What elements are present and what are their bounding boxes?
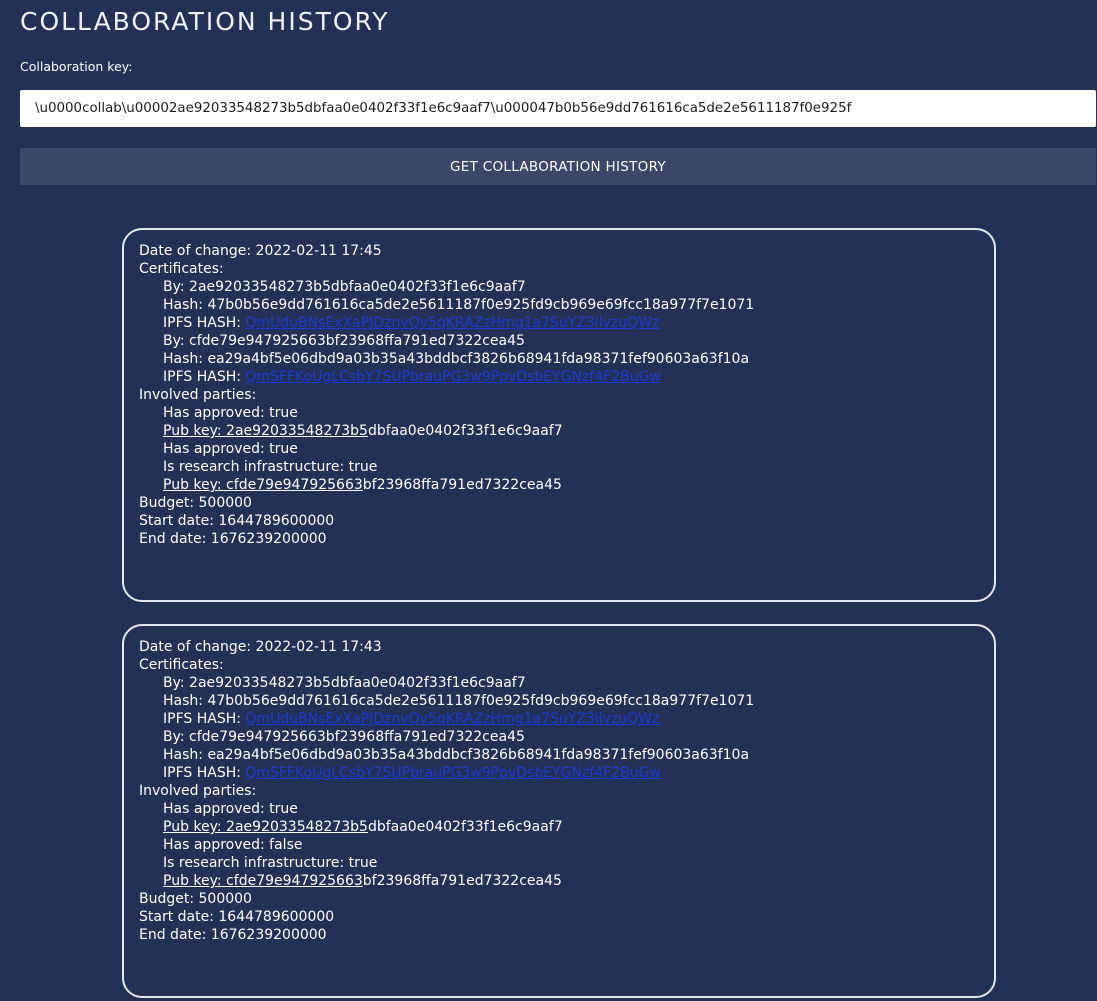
certificate-hash: Hash: 47b0b56e9dd761616ca5de2e5611187f0e… bbox=[163, 297, 755, 313]
date-of-change: Date of change: 2022-02-11 17:45 bbox=[139, 243, 382, 259]
pub-key-row: Pub key: 2ae92033548273b5dbfaa0e0402f33f… bbox=[139, 818, 994, 836]
pub-key-rest: bf23968ffa791ed7322cea45 bbox=[362, 477, 562, 493]
pub-key-label: Pub key: cfde79e947925663 bbox=[163, 477, 363, 493]
history-card: Date of change: 2022-02-11 17:43 Certific… bbox=[122, 624, 996, 998]
certificate-by: By: cfde79e947925663bf23968ffa791ed7322c… bbox=[163, 333, 525, 349]
ipfs-hash-row: IPFS HASH: QmUduBNsExXaPJDznvQv5qKRAZzHm… bbox=[139, 314, 994, 332]
get-collaboration-history-button[interactable]: GET COLLABORATION HISTORY bbox=[20, 148, 1096, 185]
ipfs-hash-label: IPFS HASH: bbox=[163, 765, 241, 781]
budget: Budget: 500000 bbox=[139, 891, 252, 907]
pub-key-rest: dbfaa0e0402f33f1e6c9aaf7 bbox=[367, 819, 563, 835]
collaboration-key-label: Collaboration key: bbox=[20, 59, 133, 74]
party-detail: Has approved: true bbox=[163, 801, 298, 817]
party-detail: Has approved: false bbox=[163, 837, 303, 853]
certificate-by: By: 2ae92033548273b5dbfaa0e0402f33f1e6c9… bbox=[163, 675, 526, 691]
history-card: Date of change: 2022-02-11 17:45 Certific… bbox=[122, 228, 996, 602]
ipfs-hash-label: IPFS HASH: bbox=[163, 315, 241, 331]
start-date: Start date: 1644789600000 bbox=[139, 513, 335, 529]
pub-key-row: Pub key: 2ae92033548273b5dbfaa0e0402f33f… bbox=[139, 422, 994, 440]
certificate-by: By: cfde79e947925663bf23968ffa791ed7322c… bbox=[163, 729, 525, 745]
certificates-label: Certificates: bbox=[139, 657, 224, 673]
pub-key-row: Pub key: cfde79e947925663bf23968ffa791ed… bbox=[139, 476, 994, 494]
budget: Budget: 500000 bbox=[139, 495, 252, 511]
involved-parties-label: Involved parties: bbox=[139, 783, 257, 799]
ipfs-hash-link[interactable]: QmUduBNsExXaPJDznvQv5qKRAZzHmg1a7SuYZ3il… bbox=[245, 711, 659, 727]
party-detail: Is research infrastructure: true bbox=[163, 459, 378, 475]
certificate-hash: Hash: 47b0b56e9dd761616ca5de2e5611187f0e… bbox=[163, 693, 755, 709]
pub-key-link[interactable]: Pub key: 2ae92033548273b5dbfaa0e0402f33f… bbox=[163, 818, 563, 836]
collaboration-history-page: COLLABORATION HISTORY Collaboration key:… bbox=[0, 0, 1097, 1001]
pub-key-label: Pub key: 2ae92033548273b5 bbox=[163, 423, 368, 439]
page-title: COLLABORATION HISTORY bbox=[20, 7, 390, 36]
pub-key-label: Pub key: 2ae92033548273b5 bbox=[163, 819, 368, 835]
ipfs-hash-row: IPFS HASH: QmSFFKoUgLCsbY7SUPbrauPG3w9Pp… bbox=[139, 764, 994, 782]
ipfs-hash-label: IPFS HASH: bbox=[163, 369, 241, 385]
pub-key-row: Pub key: cfde79e947925663bf23968ffa791ed… bbox=[139, 872, 994, 890]
certificates-label: Certificates: bbox=[139, 261, 224, 277]
ipfs-hash-label: IPFS HASH: bbox=[163, 711, 241, 727]
involved-parties-label: Involved parties: bbox=[139, 387, 257, 403]
start-date: Start date: 1644789600000 bbox=[139, 909, 335, 925]
pub-key-link[interactable]: Pub key: cfde79e947925663bf23968ffa791ed… bbox=[163, 872, 562, 890]
certificate-hash: Hash: ea29a4bf5e06dbd9a03b35a43bddbcf382… bbox=[163, 351, 750, 367]
ipfs-hash-row: IPFS HASH: QmSFFKoUgLCsbY7SUPbrauPG3w9Pp… bbox=[139, 368, 994, 386]
end-date: End date: 1676239200000 bbox=[139, 927, 327, 943]
party-detail: Has approved: true bbox=[163, 405, 298, 421]
pub-key-link[interactable]: Pub key: cfde79e947925663bf23968ffa791ed… bbox=[163, 476, 562, 494]
certificate-by: By: 2ae92033548273b5dbfaa0e0402f33f1e6c9… bbox=[163, 279, 526, 295]
pub-key-rest: bf23968ffa791ed7322cea45 bbox=[362, 873, 562, 889]
date-of-change: Date of change: 2022-02-11 17:43 bbox=[139, 639, 382, 655]
pub-key-label: Pub key: cfde79e947925663 bbox=[163, 873, 363, 889]
party-detail: Is research infrastructure: true bbox=[163, 855, 378, 871]
ipfs-hash-row: IPFS HASH: QmUduBNsExXaPJDznvQv5qKRAZzHm… bbox=[139, 710, 994, 728]
ipfs-hash-link[interactable]: QmSFFKoUgLCsbY7SUPbrauPG3w9PpvDsbEYGNzf4… bbox=[245, 765, 661, 781]
collaboration-key-input[interactable] bbox=[20, 90, 1096, 127]
certificate-hash: Hash: ea29a4bf5e06dbd9a03b35a43bddbcf382… bbox=[163, 747, 750, 763]
end-date: End date: 1676239200000 bbox=[139, 531, 327, 547]
ipfs-hash-link[interactable]: QmSFFKoUgLCsbY7SUPbrauPG3w9PpvDsbEYGNzf4… bbox=[245, 369, 661, 385]
ipfs-hash-link[interactable]: QmUduBNsExXaPJDznvQv5qKRAZzHmg1a7SuYZ3il… bbox=[245, 315, 659, 331]
pub-key-rest: dbfaa0e0402f33f1e6c9aaf7 bbox=[367, 423, 563, 439]
history-list: Date of change: 2022-02-11 17:45 Certific… bbox=[122, 228, 996, 1001]
party-detail: Has approved: true bbox=[163, 441, 298, 457]
pub-key-link[interactable]: Pub key: 2ae92033548273b5dbfaa0e0402f33f… bbox=[163, 422, 563, 440]
